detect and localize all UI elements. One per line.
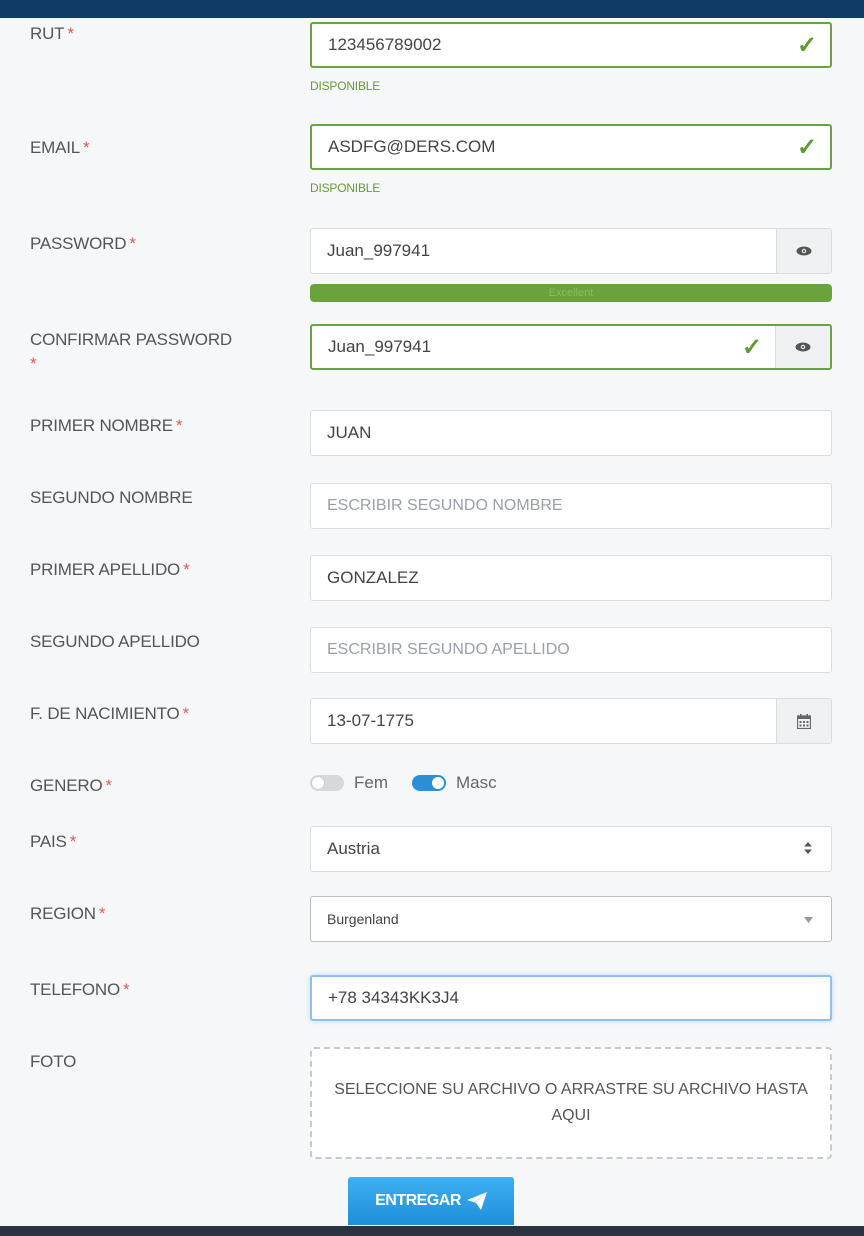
country-label-text: PAIS bbox=[30, 832, 67, 851]
required-mark: * bbox=[69, 832, 77, 851]
first-name-input[interactable]: JUAN bbox=[310, 410, 832, 456]
gender-toggle-fem[interactable] bbox=[310, 775, 344, 791]
confirm-password-label: CONFIRMAR PASSWORD * bbox=[30, 328, 280, 376]
check-icon: ✓ bbox=[741, 333, 763, 361]
country-select[interactable]: Austria bbox=[310, 826, 832, 872]
password-strength-label: Excellent bbox=[548, 287, 594, 299]
rut-value: 123456789002 bbox=[328, 35, 442, 54]
rut-input[interactable]: 123456789002 ✓ bbox=[310, 22, 832, 68]
gender-option-masc-label: Masc bbox=[456, 773, 497, 792]
rut-label: RUT * bbox=[30, 22, 280, 46]
photo-label: FOTO bbox=[30, 1050, 280, 1074]
submit-button-label: ENTREGAR bbox=[375, 1192, 461, 1209]
confirm-password-value: Juan_997941 bbox=[328, 337, 432, 356]
birthdate-input[interactable]: 13-07-1775 bbox=[310, 698, 832, 744]
region-select[interactable]: Burgenland bbox=[310, 896, 832, 942]
required-mark: * bbox=[183, 560, 190, 579]
first-surname-value: GONZALEZ bbox=[327, 568, 419, 587]
email-value: ASDFG@DERS.COM bbox=[328, 137, 496, 156]
second-surname-label-text: SEGUNDO APELLIDO bbox=[30, 632, 200, 651]
required-mark: * bbox=[98, 904, 106, 923]
first-name-value: JUAN bbox=[327, 423, 372, 442]
second-name-label: SEGUNDO NOMBRE bbox=[30, 486, 280, 510]
first-surname-label: PRIMER APELLIDO * bbox=[30, 558, 280, 582]
updown-arrow-icon bbox=[785, 841, 831, 857]
photo-label-text: FOTO bbox=[30, 1052, 77, 1071]
region-label: REGION * bbox=[30, 902, 280, 926]
gender-toggle-masc[interactable] bbox=[412, 775, 446, 791]
country-label: PAIS * bbox=[30, 830, 280, 854]
second-surname-placeholder: ESCRIBIR SEGUNDO APELLIDO bbox=[327, 641, 570, 658]
birthdate-label: F. DE NACIMIENTO * bbox=[30, 702, 280, 726]
region-value: Burgenland bbox=[327, 911, 399, 927]
top-bar bbox=[0, 0, 864, 18]
required-mark: * bbox=[129, 234, 136, 253]
paper-plane-icon bbox=[466, 1192, 487, 1210]
check-icon: ✓ bbox=[796, 31, 818, 59]
gender-label-text: GENERO bbox=[30, 776, 103, 795]
gender-toggle-group: Fem Masc bbox=[310, 773, 521, 793]
bottom-bar bbox=[0, 1226, 864, 1236]
submit-button[interactable]: ENTREGAR bbox=[348, 1177, 514, 1225]
email-status: DISPONIBLE bbox=[310, 181, 381, 195]
second-surname-label: SEGUNDO APELLIDO bbox=[30, 630, 280, 654]
second-surname-input[interactable]: ESCRIBIR SEGUNDO APELLIDO bbox=[310, 627, 832, 673]
email-input[interactable]: ASDFG@DERS.COM ✓ bbox=[310, 124, 832, 170]
password-label-text: PASSWORD bbox=[30, 234, 127, 253]
calendar-icon[interactable] bbox=[776, 699, 831, 743]
password-strength-meter: Excellent bbox=[310, 284, 832, 302]
first-name-label: PRIMER NOMBRE * bbox=[30, 414, 280, 438]
confirm-password-input[interactable]: Juan_997941 ✓ bbox=[310, 324, 832, 370]
required-mark: * bbox=[123, 980, 130, 999]
required-mark: * bbox=[67, 24, 74, 43]
phone-label-text: TELEFONO bbox=[30, 980, 121, 999]
phone-value: +78 34343KK3J4 bbox=[328, 988, 459, 1007]
caret-down-icon bbox=[785, 912, 831, 926]
first-surname-input[interactable]: GONZALEZ bbox=[310, 555, 832, 601]
confirm-password-label-text: CONFIRMAR PASSWORD bbox=[30, 330, 232, 349]
photo-dropzone-text: SELECCIONE SU ARCHIVO O ARRASTRE SU ARCH… bbox=[334, 1081, 808, 1124]
required-mark: * bbox=[30, 354, 37, 373]
gender-option-fem-label: Fem bbox=[354, 773, 388, 792]
password-value: Juan_997941 bbox=[327, 241, 431, 260]
second-name-label-text: SEGUNDO NOMBRE bbox=[30, 488, 193, 507]
second-name-input[interactable]: ESCRIBIR SEGUNDO NOMBRE bbox=[310, 483, 832, 529]
required-mark: * bbox=[182, 704, 190, 723]
birthdate-label-text: F. DE NACIMIENTO bbox=[30, 704, 180, 723]
rut-status: DISPONIBLE bbox=[310, 79, 381, 93]
password-label: PASSWORD * bbox=[30, 232, 280, 256]
eye-icon[interactable] bbox=[776, 229, 831, 273]
required-mark: * bbox=[83, 138, 90, 157]
country-value: Austria bbox=[327, 839, 380, 858]
first-name-label-text: PRIMER NOMBRE bbox=[30, 416, 173, 435]
password-input[interactable]: Juan_997941 bbox=[310, 228, 832, 274]
required-mark: * bbox=[105, 776, 112, 795]
required-mark: * bbox=[175, 416, 183, 435]
birthdate-value: 13-07-1775 bbox=[327, 711, 414, 730]
email-label: EMAIL * bbox=[30, 136, 280, 160]
gender-label: GENERO * bbox=[30, 774, 280, 798]
photo-dropzone[interactable]: SELECCIONE SU ARCHIVO O ARRASTRE SU ARCH… bbox=[310, 1047, 832, 1159]
region-label-text: REGION bbox=[30, 904, 96, 923]
email-label-text: EMAIL bbox=[30, 138, 81, 157]
phone-input[interactable]: +78 34343KK3J4 bbox=[310, 975, 832, 1021]
first-surname-label-text: PRIMER APELLIDO bbox=[30, 560, 181, 579]
phone-label: TELEFONO * bbox=[30, 978, 280, 1002]
second-name-placeholder: ESCRIBIR SEGUNDO NOMBRE bbox=[327, 497, 563, 514]
eye-icon[interactable] bbox=[775, 326, 830, 368]
rut-label-text: RUT bbox=[30, 24, 65, 43]
check-icon: ✓ bbox=[796, 133, 818, 161]
